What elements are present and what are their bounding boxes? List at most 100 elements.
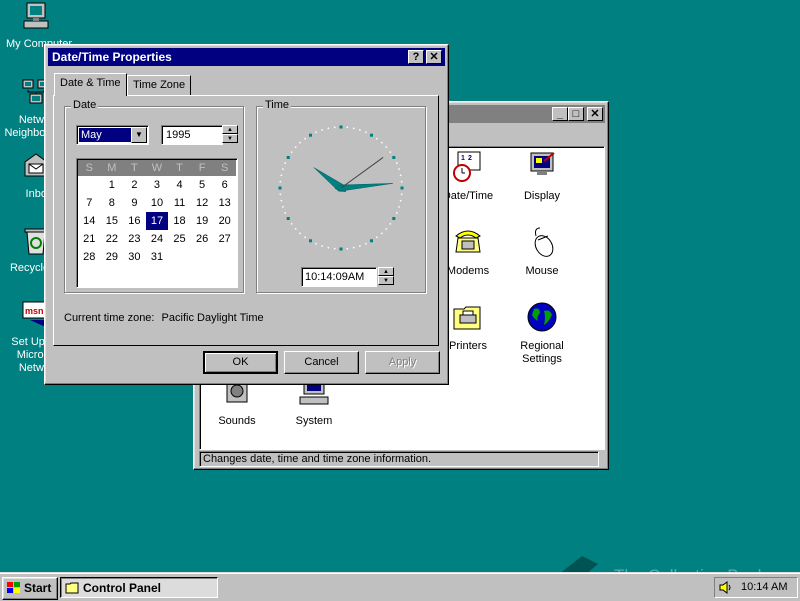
- clock-minute-mark: [376, 137, 378, 140]
- clock-minute-mark: [381, 141, 383, 144]
- cancel-button[interactable]: Cancel: [284, 351, 359, 374]
- spin-down-icon[interactable]: ▼: [222, 134, 238, 143]
- minimize-button[interactable]: _: [552, 107, 568, 121]
- calendar-day[interactable]: 15: [101, 212, 124, 230]
- spin-up-icon[interactable]: ▲: [378, 267, 394, 276]
- calendar-day[interactable]: 13: [213, 194, 236, 212]
- calendar-day[interactable]: 16: [123, 212, 146, 230]
- maximize-icon: □: [572, 108, 580, 120]
- clock-minute-mark: [359, 245, 361, 247]
- calendar-day[interactable]: 29: [101, 248, 124, 266]
- year-field[interactable]: 1995: [161, 125, 223, 145]
- calendar-day[interactable]: 8: [101, 194, 124, 212]
- calendar-day[interactable]: 17: [145, 212, 169, 230]
- windows-logo-icon: [7, 582, 20, 593]
- clock-minute-mark: [365, 243, 367, 245]
- calendar-day[interactable]: 9: [123, 194, 146, 212]
- cp-item-mouse[interactable]: Mouse: [502, 226, 582, 278]
- year-spinner[interactable]: ▲ ▼: [222, 125, 238, 145]
- cp-item-regional-settings[interactable]: Regional Settings: [502, 301, 582, 366]
- calendar-day[interactable]: 12: [191, 194, 214, 212]
- calendar-day[interactable]: 19: [191, 212, 214, 230]
- month-dropdown[interactable]: May ▼: [76, 125, 149, 145]
- calendar-day[interactable]: 21: [78, 230, 101, 248]
- clock-minute-mark: [346, 247, 349, 250]
- calendar-day[interactable]: 26: [191, 230, 214, 248]
- calendar-day[interactable]: 4: [168, 176, 191, 194]
- calendar[interactable]: SMTWTFS 1 2 3 4 5 6 7 8 9 10 11 12 13 14 15 16 17 18 19 20 2…: [76, 158, 238, 288]
- calendar-day[interactable]: 1: [101, 176, 124, 194]
- spin-down-icon[interactable]: ▼: [378, 276, 394, 285]
- clock-minute-mark: [399, 199, 402, 202]
- taskbar: Start Control Panel 10:14 AM: [0, 572, 800, 601]
- close-button[interactable]: ✕: [587, 107, 603, 121]
- clock-hour-mark: [370, 239, 373, 243]
- calendar-day[interactable]: 7: [78, 194, 101, 212]
- calendar-day[interactable]: 11: [168, 194, 191, 212]
- clock-minute-hand: [334, 183, 393, 192]
- clock-hour-mark: [370, 133, 373, 137]
- calendar-day[interactable]: 25: [168, 230, 191, 248]
- clock-hour-mark: [392, 156, 396, 159]
- cp-item-label: Mouse: [525, 265, 559, 277]
- globe-icon: [527, 302, 557, 332]
- apply-button[interactable]: Apply: [365, 351, 440, 374]
- dropdown-arrow-button[interactable]: ▼: [131, 127, 147, 143]
- datetime-titlebar[interactable]: Date/Time Properties ? ✕: [48, 48, 445, 66]
- clock-minute-mark: [396, 162, 398, 164]
- calendar-day[interactable]: 18: [168, 212, 191, 230]
- calendar-day[interactable]: 10: [146, 194, 169, 212]
- spin-up-icon[interactable]: ▲: [222, 125, 238, 134]
- system-tray: 10:14 AM: [714, 577, 798, 598]
- calendar-day[interactable]: 27: [213, 230, 236, 248]
- calendar-day[interactable]: 28: [78, 248, 101, 266]
- time-value: 10:14:09AM: [305, 271, 365, 283]
- clock-hour-mark: [339, 247, 343, 251]
- clock-minute-mark: [282, 206, 284, 208]
- timezone-line: Current time zone: Pacific Daylight Time: [64, 312, 264, 324]
- calendar-day[interactable]: 31: [146, 248, 169, 266]
- maximize-button[interactable]: □: [568, 107, 584, 121]
- calendar-day[interactable]: 14: [78, 212, 101, 230]
- help-button[interactable]: ?: [408, 50, 424, 64]
- calendar-day[interactable]: 22: [101, 230, 124, 248]
- clock-hour-mark: [286, 217, 290, 220]
- cp-item-display[interactable]: Display: [502, 151, 582, 203]
- clock-minute-mark: [321, 245, 323, 247]
- clock-hour-mark: [278, 186, 282, 190]
- tray-clock[interactable]: 10:14 AM: [741, 581, 787, 593]
- clock-hour-mark: [400, 186, 404, 190]
- svg-text:msn: msn: [25, 306, 44, 316]
- clock-hour-mark: [339, 125, 343, 129]
- calendar-day[interactable]: 6: [213, 176, 236, 194]
- clock-minute-mark: [385, 228, 388, 230]
- ok-button[interactable]: OK: [203, 351, 278, 374]
- time-group: Time 10:14:09AM ▲ ▼: [256, 99, 426, 293]
- date-group: Date May ▼ 1995 ▲ ▼ SMTWTFS 1 2 3 4 5 6 7 8 9 10 1…: [64, 99, 244, 293]
- tab-time-zone[interactable]: Time Zone: [127, 75, 192, 95]
- datetime-dialog[interactable]: Date/Time Properties ? ✕ Date & Time Tim…: [44, 44, 449, 385]
- time-field[interactable]: 10:14:09AM: [301, 267, 377, 287]
- clock-minute-mark: [294, 228, 297, 230]
- time-spinner[interactable]: ▲ ▼: [378, 267, 394, 287]
- clock-minute-mark: [284, 212, 286, 214]
- volume-icon[interactable]: [719, 581, 733, 594]
- clock-minute-mark: [290, 151, 293, 153]
- clock-second-hand: [340, 156, 384, 189]
- calendar-day[interactable]: 24: [146, 230, 169, 248]
- calendar-day[interactable]: 23: [123, 230, 146, 248]
- calendar-day[interactable]: 5: [191, 176, 214, 194]
- calendar-day[interactable]: 2: [123, 176, 146, 194]
- calendar-day[interactable]: 20: [213, 212, 236, 230]
- start-button[interactable]: Start: [2, 577, 58, 600]
- calendar-day[interactable]: 30: [123, 248, 146, 266]
- tab-date-time[interactable]: Date & Time: [54, 73, 127, 96]
- close-button[interactable]: ✕: [426, 50, 442, 64]
- clock-minute-mark: [290, 223, 293, 225]
- calendar-day[interactable]: 3: [146, 176, 169, 194]
- printer-folder-icon: [453, 306, 481, 330]
- clock-minute-mark: [400, 193, 403, 196]
- calendar-empty-cell: [78, 176, 101, 194]
- display-icon: [530, 152, 555, 175]
- taskbar-button-control-panel[interactable]: Control Panel: [60, 577, 218, 598]
